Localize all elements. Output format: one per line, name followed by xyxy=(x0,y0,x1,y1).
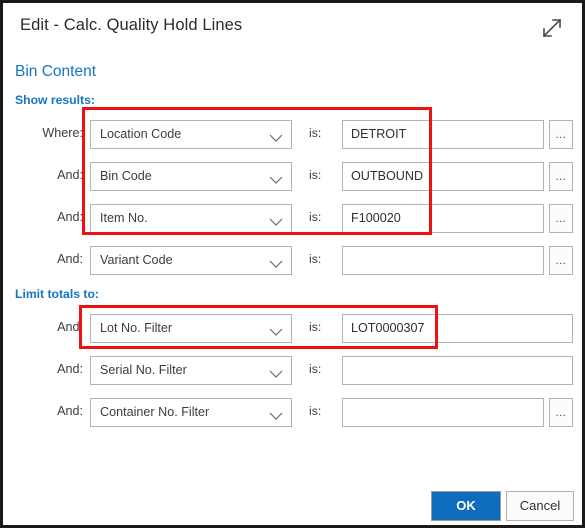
cancel-button[interactable]: Cancel xyxy=(506,491,574,521)
value-text: F100020 xyxy=(351,211,401,225)
row-conjunction: And: xyxy=(57,362,83,376)
chevron-down-icon xyxy=(269,324,283,336)
row-conjunction: And: xyxy=(57,252,83,266)
field-select-container-no-filter[interactable]: Container No. Filter xyxy=(90,398,292,427)
row-conjunction: And: xyxy=(57,320,83,334)
lookup-ellipsis-button[interactable]: ... xyxy=(549,246,573,275)
ellipsis-label: ... xyxy=(555,171,567,183)
row-operator: is: xyxy=(309,168,322,182)
value-input-variant-code[interactable] xyxy=(342,246,544,275)
field-select-label: Location Code xyxy=(100,127,182,141)
value-input-container-no-filter[interactable] xyxy=(342,398,544,427)
value-input-lot-no-filter[interactable]: LOT0000307 xyxy=(342,314,573,343)
row-conjunction: And: xyxy=(57,168,83,182)
row-operator: is: xyxy=(309,404,322,418)
dialog-title: Edit - Calc. Quality Hold Lines xyxy=(20,16,243,34)
value-input-location-code[interactable]: DETROIT xyxy=(342,120,544,149)
field-select-bin-code[interactable]: Bin Code xyxy=(90,162,292,191)
field-select-label: Lot No. Filter xyxy=(100,321,173,335)
chevron-down-icon xyxy=(269,408,283,420)
value-input-serial-no-filter[interactable] xyxy=(342,356,573,385)
value-text: OUTBOUND xyxy=(351,169,424,183)
lookup-ellipsis-button[interactable]: ... xyxy=(549,204,573,233)
field-select-variant-code[interactable]: Variant Code xyxy=(90,246,292,275)
field-select-label: Serial No. Filter xyxy=(100,363,187,377)
field-select-serial-no-filter[interactable]: Serial No. Filter xyxy=(90,356,292,385)
ellipsis-label: ... xyxy=(555,129,567,141)
value-text: LOT0000307 xyxy=(351,321,425,335)
field-select-label: Variant Code xyxy=(100,253,173,267)
field-select-label: Bin Code xyxy=(100,169,152,183)
row-operator: is: xyxy=(309,126,322,140)
field-select-label: Item No. xyxy=(100,211,148,225)
row-operator: is: xyxy=(309,320,322,334)
value-input-bin-code[interactable]: OUTBOUND xyxy=(342,162,544,191)
row-conjunction: And: xyxy=(57,210,83,224)
show-results-label: Show results: xyxy=(15,93,95,107)
edit-filter-dialog: Edit - Calc. Quality Hold Lines Bin Cont… xyxy=(0,0,585,528)
row-conjunction: Where: xyxy=(42,126,83,140)
page-title: Bin Content xyxy=(15,63,96,80)
chevron-down-icon xyxy=(269,214,283,226)
ellipsis-label: ... xyxy=(555,255,567,267)
row-conjunction: And: xyxy=(57,404,83,418)
ellipsis-label: ... xyxy=(555,407,567,419)
field-select-label: Container No. Filter xyxy=(100,405,210,419)
row-operator: is: xyxy=(309,362,322,376)
ok-button[interactable]: OK xyxy=(431,491,501,521)
lookup-ellipsis-button[interactable]: ... xyxy=(549,398,573,427)
expand-icon[interactable] xyxy=(539,15,565,41)
chevron-down-icon xyxy=(269,130,283,142)
field-select-item-no[interactable]: Item No. xyxy=(90,204,292,233)
field-select-location-code[interactable]: Location Code xyxy=(90,120,292,149)
chevron-down-icon xyxy=(269,256,283,268)
row-operator: is: xyxy=(309,252,322,266)
dialog-titlebar: Edit - Calc. Quality Hold Lines xyxy=(3,3,582,53)
ellipsis-label: ... xyxy=(555,213,567,225)
chevron-down-icon xyxy=(269,366,283,378)
chevron-down-icon xyxy=(269,172,283,184)
lookup-ellipsis-button[interactable]: ... xyxy=(549,162,573,191)
value-text: DETROIT xyxy=(351,127,407,141)
row-operator: is: xyxy=(309,210,322,224)
field-select-lot-no-filter[interactable]: Lot No. Filter xyxy=(90,314,292,343)
limit-totals-label: Limit totals to: xyxy=(15,287,99,301)
value-input-item-no[interactable]: F100020 xyxy=(342,204,544,233)
lookup-ellipsis-button[interactable]: ... xyxy=(549,120,573,149)
